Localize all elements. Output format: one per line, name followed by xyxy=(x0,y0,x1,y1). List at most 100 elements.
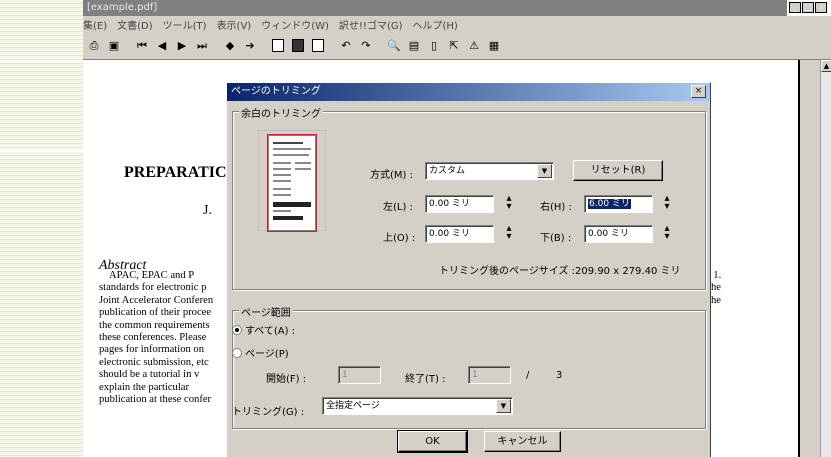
reset-button[interactable]: リセット(R) xyxy=(573,160,663,181)
rotate-right-icon[interactable]: ↷ xyxy=(357,37,375,55)
menu-view[interactable]: 表示(V) xyxy=(217,17,252,32)
strip-band xyxy=(0,60,83,62)
last-page-icon[interactable]: ⏭ xyxy=(193,37,211,55)
body-line: should be a tutorial in v xyxy=(99,369,200,381)
body-line: pages for information on xyxy=(99,344,205,356)
start-page-label: 開始(F) : xyxy=(266,374,307,385)
warning-icon[interactable]: ⚠ xyxy=(465,37,483,55)
left-margin-input[interactable]: 0.00 ミリ xyxy=(425,195,494,213)
left-margin-stepper[interactable]: ▴ ▾ xyxy=(502,194,516,213)
body-line: standards for electronic p xyxy=(99,282,207,294)
continuous-icon[interactable] xyxy=(289,37,307,55)
prev-page-icon[interactable]: ◀ xyxy=(153,37,171,55)
radio-selected-icon xyxy=(232,325,242,335)
page-range-label: ページ(P) xyxy=(245,349,289,360)
menu-tools[interactable]: ツール(T) xyxy=(163,17,207,32)
menu-bar: 集(E) 文書(D) ツール(T) 表示(V) ウィンドウ(W) 訳せ!!ゴマ(… xyxy=(83,16,831,32)
back-icon[interactable]: ◆ xyxy=(221,37,239,55)
page-icon[interactable]: ▯ xyxy=(425,37,443,55)
chevron-down-icon[interactable]: ▼ xyxy=(537,164,552,178)
top-margin-input[interactable]: 0.00 ミリ xyxy=(425,225,494,243)
page-range-group-label: ページ範囲 xyxy=(239,304,293,319)
single-page-icon[interactable] xyxy=(269,37,287,55)
bookmark-icon[interactable]: ▤ xyxy=(405,37,423,55)
menu-window[interactable]: ウィンドウ(W) xyxy=(261,17,329,32)
forward-icon[interactable]: ➔ xyxy=(241,37,259,55)
method-select[interactable]: カスタム ▼ xyxy=(425,162,554,180)
trim-label: トリミング(G) : xyxy=(232,407,305,418)
end-page-label: 終了(T) : xyxy=(405,374,446,385)
document-author: J. xyxy=(203,203,212,218)
page-separator: / xyxy=(526,370,530,381)
all-pages-radio[interactable]: すべて(A) : xyxy=(232,322,295,337)
body-line: Joint Accelerator Conferen xyxy=(99,294,214,306)
chevron-down-icon[interactable]: ▼ xyxy=(496,399,511,413)
body-line: these conferences. Please xyxy=(99,332,207,344)
window-title: [example.pdf] xyxy=(87,2,158,13)
total-pages: 3 xyxy=(556,370,563,381)
right-margin-value: 6.00 ミリ xyxy=(588,199,631,209)
all-pages-label: すべて(A) : xyxy=(245,326,296,337)
document-title: PREPARATIC xyxy=(124,164,227,181)
menu-edit[interactable]: 集(E) xyxy=(83,17,107,32)
top-margin-stepper[interactable]: ▴ ▾ xyxy=(502,224,516,243)
crop-box-indicator xyxy=(267,134,317,232)
page-gutter xyxy=(800,60,820,457)
abstract-body: APAC, EPAC and P standards for electroni… xyxy=(99,270,239,406)
toolbar-separator xyxy=(329,37,335,55)
close-window-button[interactable]: × xyxy=(815,2,827,13)
margins-group-label: 余白のトリミング xyxy=(239,105,323,120)
body-line: APAC, EPAC and P xyxy=(109,270,195,281)
start-page-input[interactable]: 1 xyxy=(338,366,381,384)
toolbar-separator xyxy=(213,37,219,55)
export-icon[interactable]: ⇱ xyxy=(445,37,463,55)
page-range-radio[interactable]: ページ(P) xyxy=(232,345,289,360)
method-label: 方式(M) : xyxy=(370,170,413,181)
result-page-size: トリミング後のページサイズ :209.90 x 279.40 ミリ xyxy=(439,266,681,277)
first-page-icon[interactable]: ⏮ xyxy=(133,37,151,55)
maximize-button[interactable]: □ xyxy=(802,2,814,13)
dialog-close-button[interactable]: × xyxy=(691,85,706,98)
fit-page-icon[interactable]: ▣ xyxy=(105,37,123,55)
cancel-button[interactable]: キャンセル xyxy=(484,431,561,452)
menu-translate[interactable]: 訳せ!!ゴマ(G) xyxy=(339,17,403,32)
toolbar: ⎙ ▣ ⏮ ◀ ▶ ⏭ ◆ ➔ ↶ ↷ 🔍 ▤ ▯ ⇱ ⚠ ▦ xyxy=(83,32,831,60)
left-margin-label: 左(L) : xyxy=(383,202,413,213)
bottom-margin-label: 下(B) : xyxy=(540,233,572,244)
minimize-button[interactable]: _ xyxy=(789,2,801,13)
right-margin-stepper[interactable]: ▴ ▾ xyxy=(660,194,674,213)
menu-help[interactable]: ヘルプ(H) xyxy=(413,17,458,32)
vertical-scrollbar[interactable]: ▲ xyxy=(820,60,831,457)
window-title-bar[interactable]: [example.pdf] _ □ × xyxy=(83,0,831,16)
bottom-margin-input[interactable]: 0.00 ミリ xyxy=(584,225,653,243)
strip-band xyxy=(0,150,83,152)
body-line: publication at these confer xyxy=(99,394,212,406)
body-line: publication of their procee xyxy=(99,307,212,319)
background-strip xyxy=(0,0,83,457)
right-margin-input[interactable]: 6.00 ミリ xyxy=(584,195,653,213)
facing-icon[interactable] xyxy=(309,37,327,55)
toolbar-separator xyxy=(377,37,383,55)
radio-unselected-icon xyxy=(232,348,242,358)
bottom-margin-stepper[interactable]: ▴ ▾ xyxy=(660,224,674,243)
next-page-icon[interactable]: ▶ xyxy=(173,37,191,55)
ok-button[interactable]: OK xyxy=(397,430,468,453)
toolbar-separator xyxy=(261,37,267,55)
find-icon[interactable]: 🔍 xyxy=(385,37,403,55)
app-logo-icon[interactable]: ▦ xyxy=(485,37,503,55)
rotate-left-icon[interactable]: ↶ xyxy=(337,37,355,55)
page-preview xyxy=(258,130,326,232)
body-line: electronic submission, etc xyxy=(99,356,209,368)
menu-document[interactable]: 文書(D) xyxy=(117,17,153,32)
method-value: カスタム xyxy=(429,166,466,176)
trim-select[interactable]: 全指定ページ ▼ xyxy=(322,397,513,415)
print-icon[interactable]: ⎙ xyxy=(85,37,103,55)
body-line: explain the particular xyxy=(99,381,190,393)
scroll-up-icon[interactable]: ▲ xyxy=(821,60,831,72)
dialog-title: ページのトリミング xyxy=(231,86,321,97)
window-controls: _ □ × xyxy=(787,0,831,16)
dialog-title-bar[interactable]: ページのトリミング × xyxy=(227,83,710,101)
end-page-input[interactable]: 1 xyxy=(468,366,511,384)
trim-value: 全指定ページ xyxy=(326,401,380,411)
toolbar-separator xyxy=(125,37,131,55)
